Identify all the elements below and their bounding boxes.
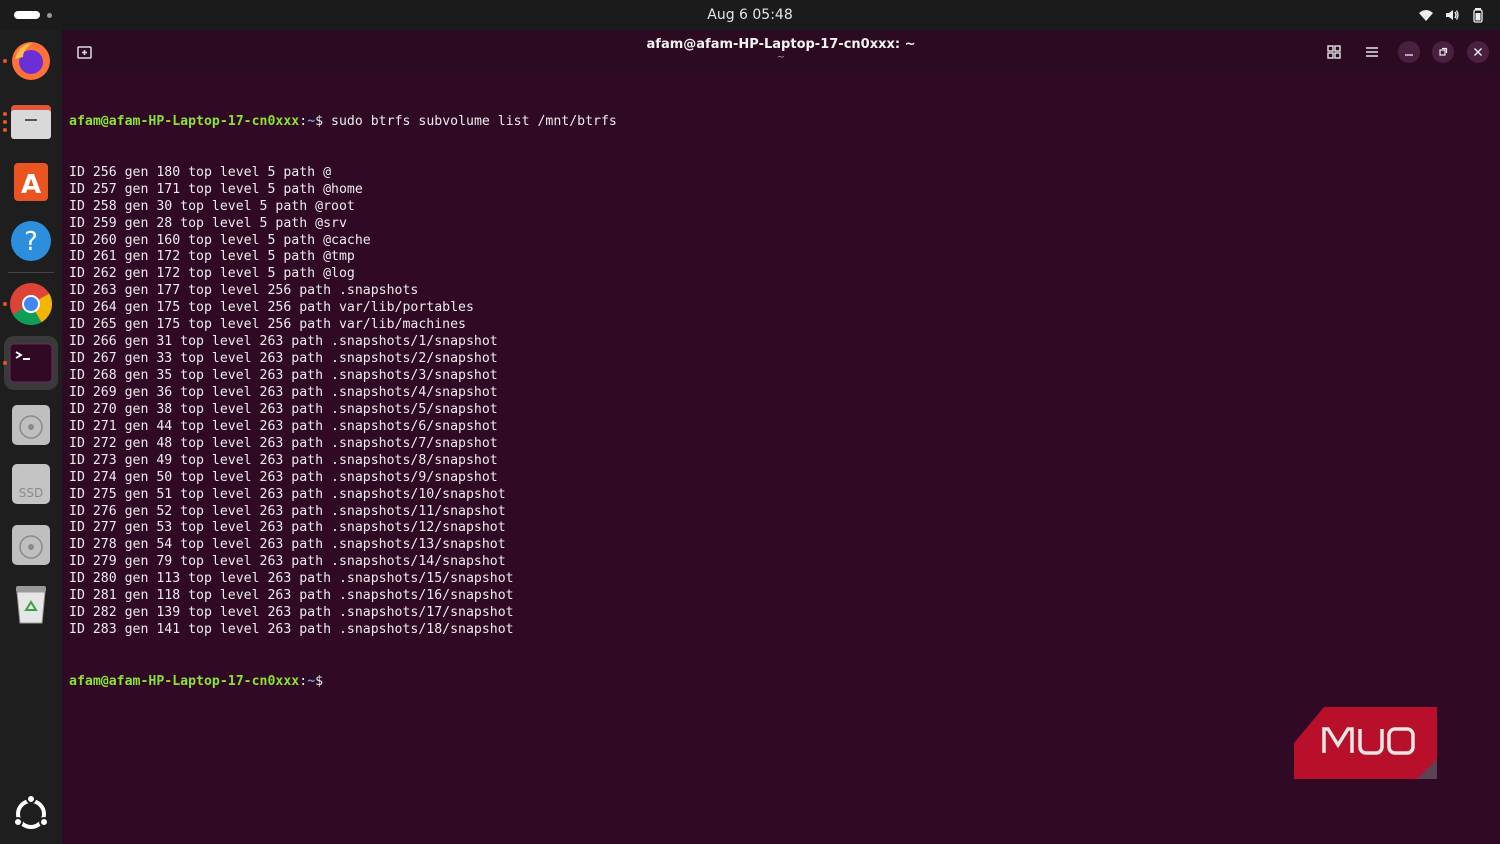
app-center-icon[interactable]: A <box>9 159 53 203</box>
svg-text:SSD: SSD <box>19 486 43 500</box>
output-line: ID 267 gen 33 top level 263 path .snapsh… <box>69 351 498 367</box>
output-line: ID 281 gen 118 top level 263 path .snaps… <box>69 588 514 604</box>
output-line: ID 264 gen 175 top level 256 path var/li… <box>69 300 474 316</box>
disk-icon[interactable] <box>9 403 53 447</box>
prompt-separator: : <box>299 113 308 129</box>
files-icon[interactable] <box>9 99 53 143</box>
terminal-icon[interactable] <box>4 336 58 390</box>
output-line: ID 260 gen 160 top level 5 path @cache <box>69 232 371 248</box>
command-line: afam@afam-HP-Laptop-17-cn0xxx:~$ sudo bt… <box>69 114 1489 131</box>
output-line: ID 278 gen 54 top level 263 path .snapsh… <box>69 537 506 553</box>
prompt-path: ~ <box>307 673 316 689</box>
output-line: ID 275 gen 51 top level 263 path .snapsh… <box>69 486 506 502</box>
output-line: ID 261 gen 172 top level 5 path @tmp <box>69 249 355 265</box>
dock: A ? SSD <box>0 30 62 844</box>
minimize-button[interactable] <box>1398 41 1420 63</box>
prompt-user: afam@afam-HP-Laptop-17-cn0xxx <box>69 113 300 129</box>
output-line: ID 273 gen 49 top level 263 path .snapsh… <box>69 452 498 468</box>
output-line: ID 256 gen 180 top level 5 path @ <box>69 164 332 180</box>
prompt-symbol: $ <box>315 113 324 129</box>
output-line: ID 266 gen 31 top level 263 path .snapsh… <box>69 334 498 350</box>
header-bar: afam@afam-HP-Laptop-17-cn0xxx: ~ ~ <box>62 30 1500 74</box>
muo-watermark-logo <box>1294 707 1437 779</box>
output-line: ID 282 gen 139 top level 263 path .snaps… <box>69 605 514 621</box>
prompt-symbol: $ <box>315 673 324 689</box>
terminal-content[interactable]: afam@afam-HP-Laptop-17-cn0xxx:~$ sudo bt… <box>69 80 1489 830</box>
prompt-path: ~ <box>307 113 316 129</box>
output-line: ID 257 gen 171 top level 5 path @home <box>69 181 363 197</box>
window-title: afam@afam-HP-Laptop-17-cn0xxx: ~ <box>646 37 916 52</box>
svg-text:A: A <box>21 170 41 200</box>
trash-icon[interactable] <box>9 582 53 626</box>
top-bar: Aug 6 05:48 <box>0 0 1500 30</box>
svg-text:?: ? <box>24 227 38 257</box>
output-line: ID 269 gen 36 top level 263 path .snapsh… <box>69 384 498 400</box>
output-line: ID 276 gen 52 top level 263 path .snapsh… <box>69 503 506 519</box>
clock[interactable]: Aug 6 05:48 <box>0 7 1500 23</box>
prompt-separator: : <box>299 673 308 689</box>
command-text: sudo btrfs subvolume list /mnt/btrfs <box>323 113 617 129</box>
maximize-button[interactable] <box>1432 41 1454 63</box>
output-line: ID 270 gen 38 top level 263 path .snapsh… <box>69 401 498 417</box>
ssd-icon[interactable]: SSD <box>9 462 53 506</box>
output-line: ID 268 gen 35 top level 263 path .snapsh… <box>69 368 498 383</box>
close-button[interactable] <box>1467 41 1489 63</box>
prompt-user: afam@afam-HP-Laptop-17-cn0xxx <box>69 673 300 689</box>
window-subtitle: ~ <box>776 52 786 63</box>
output-line: ID 271 gen 44 top level 263 path .snapsh… <box>69 418 498 434</box>
output-line: ID 258 gen 30 top level 5 path @root <box>69 198 355 214</box>
menu-button[interactable] <box>1362 42 1382 62</box>
help-icon[interactable]: ? <box>9 219 53 263</box>
terminal-window: afam@afam-HP-Laptop-17-cn0xxx: ~ ~ afam@… <box>62 30 1500 844</box>
output-line: ID 259 gen 28 top level 5 path @srv <box>69 215 347 231</box>
output-line: ID 277 gen 53 top level 263 path .snapsh… <box>69 520 506 536</box>
output-line: ID 280 gen 113 top level 263 path .snaps… <box>69 571 514 587</box>
disk-icon[interactable] <box>9 523 53 567</box>
output-line: ID 279 gen 79 top level 263 path .snapsh… <box>69 554 506 570</box>
chrome-icon[interactable] <box>9 282 53 326</box>
cursor <box>323 673 331 688</box>
output-line: ID 263 gen 177 top level 256 path .snaps… <box>69 283 419 299</box>
system-tray[interactable] <box>1418 7 1486 23</box>
firefox-icon[interactable] <box>9 39 53 83</box>
volume-icon <box>1444 7 1460 23</box>
output-line: ID 274 gen 50 top level 263 path .snapsh… <box>69 469 498 485</box>
output-line: ID 262 gen 172 top level 5 path @log <box>69 266 355 282</box>
view-tabs-button[interactable] <box>1324 42 1344 62</box>
wifi-icon <box>1418 7 1434 23</box>
battery-icon <box>1470 7 1486 23</box>
prompt-line: afam@afam-HP-Laptop-17-cn0xxx:~$ <box>69 673 1489 690</box>
output-line: ID 272 gen 48 top level 263 path .snapsh… <box>69 435 498 451</box>
ubuntu-logo-icon[interactable] <box>9 792 53 836</box>
output-line: ID 265 gen 175 top level 256 path var/li… <box>69 317 466 333</box>
output-line: ID 283 gen 141 top level 263 path .snaps… <box>69 622 514 638</box>
